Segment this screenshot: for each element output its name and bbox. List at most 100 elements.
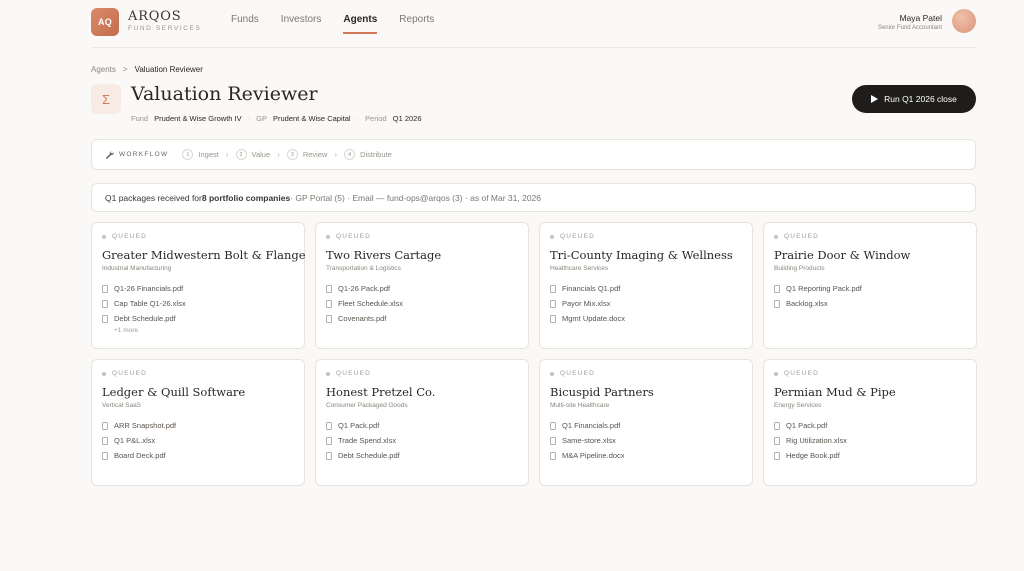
file-item[interactable]: Q1 Financials.pdf bbox=[550, 418, 742, 433]
company-card[interactable]: QUEUED Tri-County Imaging & Wellness Healt… bbox=[539, 222, 753, 349]
company-industry: Transportation & Logistics bbox=[326, 265, 401, 272]
company-name: Honest Pretzel Co. bbox=[326, 385, 436, 399]
file-item[interactable]: M&A Pipeline.docx bbox=[550, 448, 742, 463]
document-icon bbox=[550, 421, 556, 430]
file-name: Same-store.xlsx bbox=[562, 436, 616, 445]
file-list: Q1 Reporting Pack.pdf Backlog.xlsx bbox=[774, 281, 966, 311]
breadcrumb-current: Valuation Reviewer bbox=[134, 65, 203, 74]
file-item[interactable]: Financials Q1.pdf bbox=[550, 281, 742, 296]
file-name: Mgmt Update.docx bbox=[562, 314, 625, 323]
file-list: ARR Snapshot.pdf Q1 P&L.xlsx Board Deck.pd… bbox=[102, 418, 294, 463]
file-item[interactable]: ARR Snapshot.pdf bbox=[102, 418, 294, 433]
nav-agents[interactable]: Agents bbox=[343, 14, 378, 34]
workflow-step-distribute[interactable]: 4 Distribute bbox=[344, 149, 392, 160]
document-icon bbox=[326, 299, 332, 308]
period-value: Q1 2026 bbox=[392, 114, 422, 123]
run-close-label: Run Q1 2026 close bbox=[884, 94, 957, 104]
info-count: 8 portfolio companies bbox=[201, 192, 291, 203]
company-name: Permian Mud & Pipe bbox=[774, 385, 896, 399]
company-card[interactable]: QUEUED Ledger & Quill Software Vertical Sa… bbox=[91, 359, 305, 486]
company-industry: Industrial Manufacturing bbox=[102, 265, 172, 272]
status-badge: QUEUED bbox=[550, 370, 742, 377]
document-icon bbox=[326, 436, 332, 445]
file-name: Fleet Schedule.xlsx bbox=[338, 299, 404, 308]
status-dot-icon bbox=[102, 371, 106, 376]
document-icon bbox=[550, 436, 556, 445]
document-icon bbox=[774, 284, 780, 293]
file-item[interactable]: Q1 P&L.xlsx bbox=[102, 433, 294, 448]
status-dot-icon bbox=[326, 371, 330, 376]
document-icon bbox=[102, 314, 108, 323]
status-label: QUEUED bbox=[336, 370, 372, 377]
file-item[interactable]: Debt Schedule.pdf bbox=[326, 448, 518, 463]
file-item[interactable]: Trade Spend.xlsx bbox=[326, 433, 518, 448]
chevron-right-icon: › bbox=[277, 150, 280, 159]
workflow-step-value[interactable]: 2 Value bbox=[235, 149, 270, 160]
nav-investors[interactable]: Investors bbox=[281, 14, 322, 34]
file-item[interactable]: Fleet Schedule.xlsx bbox=[326, 296, 518, 311]
file-name: Debt Schedule.pdf bbox=[114, 314, 176, 323]
fund-label: Fund bbox=[131, 114, 149, 123]
file-item[interactable]: Q1-26 Pack.pdf bbox=[326, 281, 518, 296]
document-icon bbox=[326, 314, 332, 323]
file-name: ARR Snapshot.pdf bbox=[114, 421, 177, 430]
company-card[interactable]: QUEUED Two Rivers Cartage Transportation &… bbox=[315, 222, 529, 349]
top-header: AQ ARQOS FUND SERVICES Funds Investors A… bbox=[91, 6, 976, 48]
step-label: Review bbox=[302, 150, 328, 159]
status-dot-icon bbox=[102, 234, 106, 239]
workflow-step-review[interactable]: 3 Review bbox=[286, 149, 328, 160]
avatar[interactable] bbox=[952, 9, 976, 33]
file-name: Payor Mix.xlsx bbox=[562, 299, 611, 308]
file-item[interactable]: Rig Utilization.xlsx bbox=[774, 433, 966, 448]
gp-value: Prudent & Wise Capital bbox=[273, 114, 351, 123]
file-item[interactable]: Q1-26 Financials.pdf bbox=[102, 281, 294, 296]
step-number: 1 bbox=[182, 149, 194, 160]
file-item[interactable]: Cap Table Q1-26.xlsx bbox=[102, 296, 294, 311]
status-badge: QUEUED bbox=[102, 233, 294, 240]
gp-label: GP bbox=[256, 114, 267, 123]
main-nav: Funds Investors Agents Reports bbox=[231, 14, 456, 34]
status-badge: QUEUED bbox=[102, 370, 294, 377]
file-item[interactable]: Q1 Pack.pdf bbox=[326, 418, 518, 433]
file-item[interactable]: Q1 Pack.pdf bbox=[774, 418, 966, 433]
info-sources: · GP Portal (5) · Email — fund-ops@arqos… bbox=[290, 192, 542, 203]
brand-logo[interactable]: AQ bbox=[91, 8, 119, 36]
status-badge: QUEUED bbox=[774, 233, 966, 240]
file-list: Q1-26 Pack.pdf Fleet Schedule.xlsx Covenan… bbox=[326, 281, 518, 326]
company-card[interactable]: QUEUED Greater Midwestern Bolt & Flange In… bbox=[91, 222, 306, 349]
status-label: QUEUED bbox=[560, 233, 596, 240]
chevron-right-icon: › bbox=[225, 150, 229, 159]
separator-dot: · bbox=[247, 114, 251, 123]
nav-funds[interactable]: Funds bbox=[231, 14, 259, 34]
file-item[interactable]: Hedge Book.pdf bbox=[774, 448, 966, 463]
workflow-step-ingest[interactable]: 1 Ingest bbox=[182, 149, 219, 160]
status-badge: QUEUED bbox=[550, 233, 742, 240]
step-label: Ingest bbox=[198, 150, 219, 159]
company-card[interactable]: QUEUED Prairie Door & Window Building Prod… bbox=[763, 222, 977, 349]
status-dot-icon bbox=[550, 371, 554, 376]
file-item[interactable]: Mgmt Update.docx bbox=[550, 311, 742, 326]
breadcrumb-agents[interactable]: Agents bbox=[91, 65, 116, 74]
file-item[interactable]: Same-store.xlsx bbox=[550, 433, 742, 448]
file-name: Covenants.pdf bbox=[338, 314, 387, 323]
status-dot-icon bbox=[550, 234, 554, 239]
file-name: Q1-26 Pack.pdf bbox=[338, 284, 391, 293]
more-files-link[interactable]: +1 more bbox=[114, 327, 294, 334]
step-label: Distribute bbox=[360, 150, 392, 159]
company-card[interactable]: QUEUED Bicuspid Partners Multi-site Health… bbox=[539, 359, 753, 486]
company-card[interactable]: QUEUED Permian Mud & Pipe Energy Services Q… bbox=[763, 359, 977, 486]
document-icon bbox=[102, 436, 108, 445]
company-card[interactable]: QUEUED Honest Pretzel Co. Consumer Package… bbox=[315, 359, 529, 486]
nav-reports[interactable]: Reports bbox=[399, 14, 434, 34]
step-number: 3 bbox=[286, 149, 298, 160]
file-item[interactable]: Backlog.xlsx bbox=[774, 296, 966, 311]
file-item[interactable]: Board Deck.pdf bbox=[102, 448, 294, 463]
run-close-button[interactable]: Run Q1 2026 close bbox=[852, 85, 976, 113]
wrench-icon bbox=[106, 151, 114, 159]
file-item[interactable]: Q1 Reporting Pack.pdf bbox=[774, 281, 966, 296]
file-item[interactable]: Payor Mix.xlsx bbox=[550, 296, 742, 311]
file-name: Q1 Pack.pdf bbox=[338, 421, 380, 430]
document-icon bbox=[774, 299, 780, 308]
file-item[interactable]: Debt Schedule.pdf bbox=[102, 311, 294, 326]
file-item[interactable]: Covenants.pdf bbox=[326, 311, 518, 326]
